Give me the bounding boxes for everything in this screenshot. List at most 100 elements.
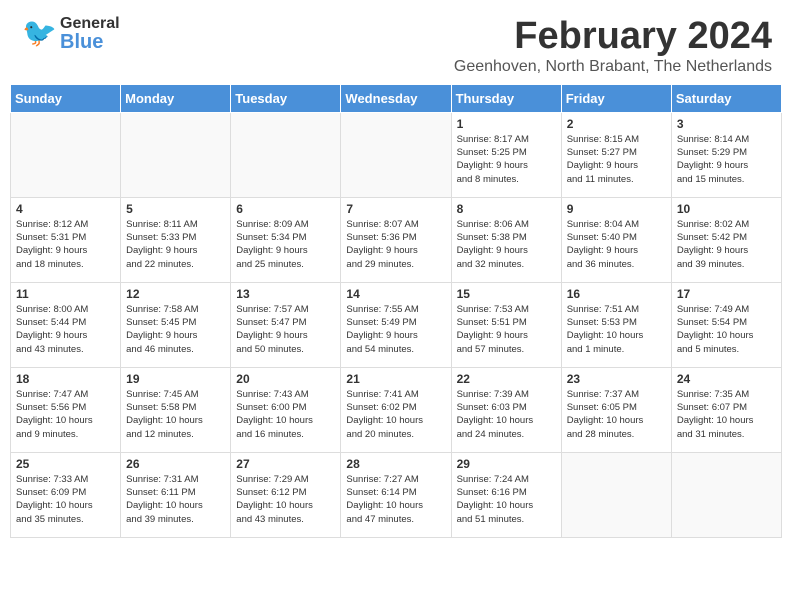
day-info: Sunrise: 7:29 AM Sunset: 6:12 PM Dayligh… — [236, 473, 335, 526]
day-number: 19 — [126, 372, 225, 386]
day-cell-3-5: 23 Sunrise: 7:37 AM Sunset: 6:05 PM Dayli… — [561, 367, 671, 452]
day-cell-4-6 — [671, 452, 781, 537]
day-cell-0-6: 3Sunrise: 8:14 AM Sunset: 5:29 PM Daylig… — [671, 112, 781, 197]
title-section: February 2024 Geenhoven, North Brabant, … — [454, 16, 772, 76]
day-info: Sunrise: 8:04 AM Sunset: 5:40 PM Dayligh… — [567, 218, 666, 271]
logo-general-text: General — [60, 16, 120, 32]
day-number: 11 — [16, 287, 115, 301]
day-number: 17 — [677, 287, 776, 301]
logo: 🐦 General Blue — [20, 16, 120, 52]
day-info: Sunrise: 7:43 AM Sunset: 6:00 PM Dayligh… — [236, 388, 335, 441]
day-info: Sunrise: 7:37 AM Sunset: 6:05 PM Dayligh… — [567, 388, 666, 441]
day-number: 20 — [236, 372, 335, 386]
day-number: 7 — [346, 202, 445, 216]
day-info: Sunrise: 7:51 AM Sunset: 5:53 PM Dayligh… — [567, 303, 666, 356]
day-info: Sunrise: 7:57 AM Sunset: 5:47 PM Dayligh… — [236, 303, 335, 356]
day-number: 9 — [567, 202, 666, 216]
day-number: 28 — [346, 457, 445, 471]
day-number: 6 — [236, 202, 335, 216]
day-info: Sunrise: 7:49 AM Sunset: 5:54 PM Dayligh… — [677, 303, 776, 356]
day-cell-3-1: 19 Sunrise: 7:45 AM Sunset: 5:58 PM Dayli… — [121, 367, 231, 452]
day-number: 27 — [236, 457, 335, 471]
day-number: 14 — [346, 287, 445, 301]
calendar-body: 1 Sunrise: 8:17 AM Sunset: 5:25 PM Daylig… — [11, 112, 782, 537]
day-number: 12 — [126, 287, 225, 301]
day-cell-1-2: 6 Sunrise: 8:09 AM Sunset: 5:34 PM Daylig… — [231, 197, 341, 282]
logo-icon: 🐦 — [20, 16, 56, 52]
day-cell-1-1: 5 Sunrise: 8:11 AM Sunset: 5:33 PM Daylig… — [121, 197, 231, 282]
day-cell-3-0: 18 Sunrise: 7:47 AM Sunset: 5:56 PM Dayli… — [11, 367, 121, 452]
header-monday: Monday — [121, 84, 231, 112]
day-info: Sunrise: 7:27 AM Sunset: 6:14 PM Dayligh… — [346, 473, 445, 526]
day-cell-0-4: 1 Sunrise: 8:17 AM Sunset: 5:25 PM Daylig… — [451, 112, 561, 197]
day-number: 22 — [457, 372, 556, 386]
day-cell-4-3: 28 Sunrise: 7:27 AM Sunset: 6:14 PM Dayli… — [341, 452, 451, 537]
day-info: Sunrise: 8:14 AM Sunset: 5:29 PM Dayligh… — [677, 133, 776, 186]
day-number: 23 — [567, 372, 666, 386]
day-info: Sunrise: 8:11 AM Sunset: 5:33 PM Dayligh… — [126, 218, 225, 271]
day-number: 16 — [567, 287, 666, 301]
day-number: 13 — [236, 287, 335, 301]
header-sunday: Sunday — [11, 84, 121, 112]
day-info: Sunrise: 7:31 AM Sunset: 6:11 PM Dayligh… — [126, 473, 225, 526]
logo-blue-text: Blue — [60, 32, 120, 52]
day-cell-3-2: 20 Sunrise: 7:43 AM Sunset: 6:00 PM Dayli… — [231, 367, 341, 452]
day-info: Sunrise: 7:33 AM Sunset: 6:09 PM Dayligh… — [16, 473, 115, 526]
day-number: 2 — [567, 117, 666, 131]
header-friday: Friday — [561, 84, 671, 112]
day-number: 8 — [457, 202, 556, 216]
day-cell-1-4: 8 Sunrise: 8:06 AM Sunset: 5:38 PM Daylig… — [451, 197, 561, 282]
day-info: Sunrise: 7:47 AM Sunset: 5:56 PM Dayligh… — [16, 388, 115, 441]
day-cell-2-5: 16 Sunrise: 7:51 AM Sunset: 5:53 PM Dayli… — [561, 282, 671, 367]
week-row-3: 11 Sunrise: 8:00 AM Sunset: 5:44 PM Dayli… — [11, 282, 782, 367]
svg-text:🐦: 🐦 — [22, 17, 56, 48]
day-number: 24 — [677, 372, 776, 386]
calendar-header: Sunday Monday Tuesday Wednesday Thursday… — [11, 84, 782, 112]
day-cell-3-6: 24 Sunrise: 7:35 AM Sunset: 6:07 PM Dayli… — [671, 367, 781, 452]
day-info: Sunrise: 7:45 AM Sunset: 5:58 PM Dayligh… — [126, 388, 225, 441]
day-cell-2-4: 15Sunrise: 7:53 AM Sunset: 5:51 PM Dayli… — [451, 282, 561, 367]
header-thursday: Thursday — [451, 84, 561, 112]
day-number: 18 — [16, 372, 115, 386]
logo-text: General Blue — [60, 16, 120, 52]
day-info: Sunrise: 8:06 AM Sunset: 5:38 PM Dayligh… — [457, 218, 556, 271]
day-cell-4-5 — [561, 452, 671, 537]
day-info: Sunrise: 8:15 AM Sunset: 5:27 PM Dayligh… — [567, 133, 666, 186]
day-cell-1-5: 9 Sunrise: 8:04 AM Sunset: 5:40 PM Daylig… — [561, 197, 671, 282]
day-number: 26 — [126, 457, 225, 471]
day-info: Sunrise: 8:09 AM Sunset: 5:34 PM Dayligh… — [236, 218, 335, 271]
week-row-5: 25 Sunrise: 7:33 AM Sunset: 6:09 PM Dayli… — [11, 452, 782, 537]
day-number: 1 — [457, 117, 556, 131]
page-header: 🐦 General Blue February 2024 Geenhoven, … — [0, 0, 792, 84]
day-number: 21 — [346, 372, 445, 386]
day-number: 15 — [457, 287, 556, 301]
day-cell-1-3: 7Sunrise: 8:07 AM Sunset: 5:36 PM Daylig… — [341, 197, 451, 282]
day-cell-0-3 — [341, 112, 451, 197]
day-number: 29 — [457, 457, 556, 471]
day-cell-4-2: 27 Sunrise: 7:29 AM Sunset: 6:12 PM Dayli… — [231, 452, 341, 537]
day-cell-0-2 — [231, 112, 341, 197]
day-cell-1-0: 4Sunrise: 8:12 AM Sunset: 5:31 PM Daylig… — [11, 197, 121, 282]
day-info: Sunrise: 7:24 AM Sunset: 6:16 PM Dayligh… — [457, 473, 556, 526]
day-cell-4-4: 29 Sunrise: 7:24 AM Sunset: 6:16 PM Dayli… — [451, 452, 561, 537]
day-cell-3-3: 21Sunrise: 7:41 AM Sunset: 6:02 PM Dayli… — [341, 367, 451, 452]
day-number: 25 — [16, 457, 115, 471]
day-info: Sunrise: 7:35 AM Sunset: 6:07 PM Dayligh… — [677, 388, 776, 441]
day-cell-1-6: 10Sunrise: 8:02 AM Sunset: 5:42 PM Dayli… — [671, 197, 781, 282]
header-wednesday: Wednesday — [341, 84, 451, 112]
day-cell-0-0 — [11, 112, 121, 197]
day-cell-3-4: 22 Sunrise: 7:39 AM Sunset: 6:03 PM Dayli… — [451, 367, 561, 452]
week-row-1: 1 Sunrise: 8:17 AM Sunset: 5:25 PM Daylig… — [11, 112, 782, 197]
week-row-2: 4Sunrise: 8:12 AM Sunset: 5:31 PM Daylig… — [11, 197, 782, 282]
day-info: Sunrise: 8:17 AM Sunset: 5:25 PM Dayligh… — [457, 133, 556, 186]
day-info: Sunrise: 7:58 AM Sunset: 5:45 PM Dayligh… — [126, 303, 225, 356]
day-cell-2-0: 11 Sunrise: 8:00 AM Sunset: 5:44 PM Dayli… — [11, 282, 121, 367]
location-subtitle: Geenhoven, North Brabant, The Netherland… — [454, 58, 772, 76]
day-number: 10 — [677, 202, 776, 216]
calendar-table: Sunday Monday Tuesday Wednesday Thursday… — [10, 84, 782, 538]
day-number: 5 — [126, 202, 225, 216]
day-cell-2-1: 12 Sunrise: 7:58 AM Sunset: 5:45 PM Dayli… — [121, 282, 231, 367]
day-info: Sunrise: 8:00 AM Sunset: 5:44 PM Dayligh… — [16, 303, 115, 356]
day-cell-2-6: 17 Sunrise: 7:49 AM Sunset: 5:54 PM Dayli… — [671, 282, 781, 367]
day-info: Sunrise: 7:39 AM Sunset: 6:03 PM Dayligh… — [457, 388, 556, 441]
